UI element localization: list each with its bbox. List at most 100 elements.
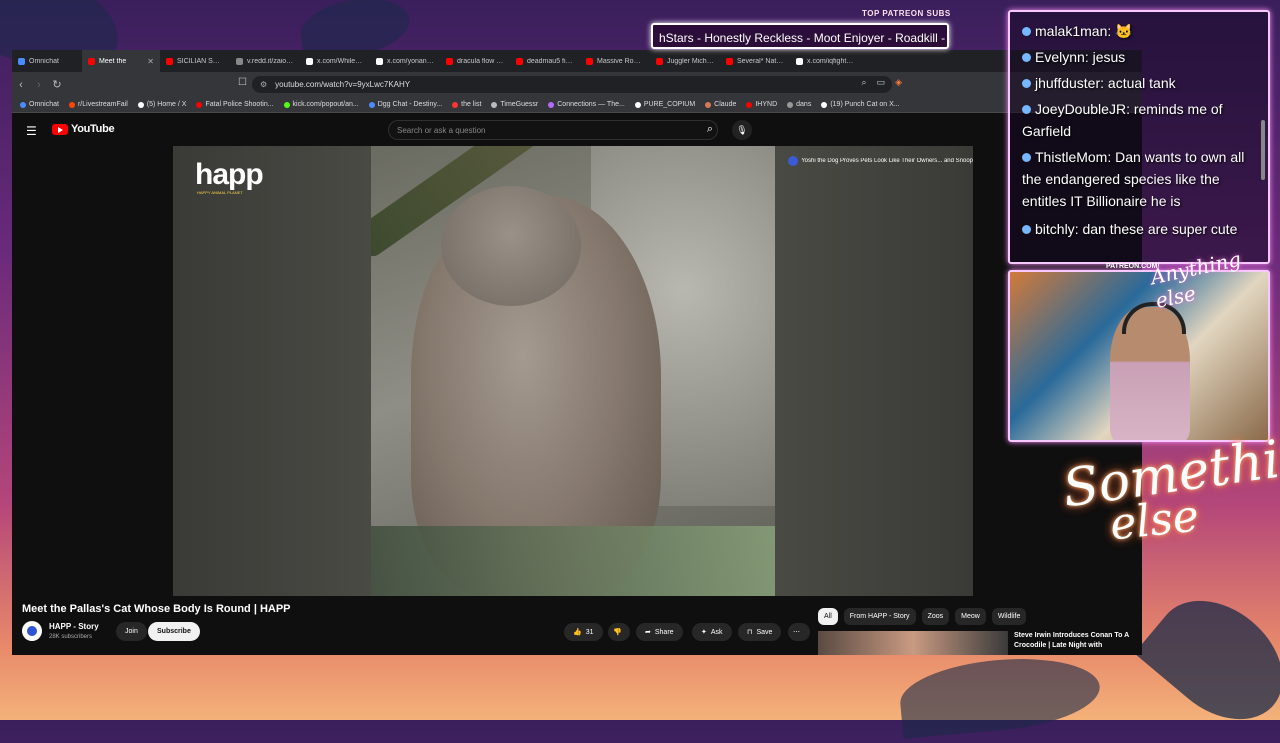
browser-tab[interactable]: Meet the ✕ — [82, 50, 160, 72]
bookmark-label: (19) Punch Cat on X... — [830, 101, 900, 108]
chat-username: malak1man — [1035, 23, 1108, 39]
bookmark-item[interactable]: Dgg Chat - Destiny... — [368, 101, 442, 108]
browser-tab[interactable]: v.redd.it/zaiowg — [230, 50, 300, 72]
site-info-icon[interactable]: ⚙ — [260, 80, 267, 89]
chat-username: Evelynn — [1035, 49, 1085, 65]
browser-tab[interactable]: Several* Nation — [720, 50, 790, 72]
zoom-icon[interactable]: ⌕ — [862, 77, 867, 88]
filter-chip[interactable]: Wildlife — [991, 608, 1027, 625]
chat-username: JoeyDoubleJR — [1035, 101, 1127, 117]
youtube-header: ☰ YouTube Search or ask a question ⌕ 🎙 — [12, 114, 1142, 146]
search-input[interactable]: Search or ask a question ⌕ — [388, 120, 718, 140]
bookmark-item[interactable]: Claude — [705, 101, 736, 108]
tab-label: deadmau5 finds — [527, 57, 574, 65]
tab-favicon-icon — [796, 57, 803, 65]
youtube-play-icon — [52, 123, 68, 135]
chat-badge-icon — [1022, 79, 1031, 88]
chat-badge-icon — [1022, 27, 1031, 36]
browser-tab[interactable]: Massive Rock Cr — [580, 50, 650, 72]
tab-favicon-icon — [376, 57, 383, 65]
tab-label: x.com/yonann/st — [387, 57, 434, 65]
bookmark-favicon-icon — [746, 101, 753, 108]
tab-favicon-icon — [726, 57, 733, 65]
bookmark-item[interactable]: PURE_COPIUM — [634, 101, 695, 108]
channel-name[interactable]: HAPP - Story — [49, 622, 99, 631]
bookmark-label: dans — [796, 101, 812, 108]
dislike-button[interactable]: 👎 — [608, 623, 630, 641]
endscreen-video-card[interactable]: Yoshi the Dog Proves Pets Look Like Thei… — [788, 156, 973, 166]
menu-icon[interactable]: ☰ — [26, 124, 37, 138]
bookmark-favicon-icon — [634, 101, 641, 108]
chat-message: jhuffduster: actual tank — [1022, 72, 1262, 94]
bookmark-item[interactable]: r/LivestreamFail — [68, 101, 128, 108]
forward-icon[interactable]: › — [30, 79, 48, 91]
subscribe-button[interactable]: Subscribe — [148, 622, 200, 641]
channel-avatar[interactable] — [22, 621, 42, 641]
browser-tab[interactable]: dracula flow 3 - — [440, 50, 510, 72]
chat-text: 🐱 — [1115, 23, 1133, 39]
browser-window: Omnichat Meet the ✕ SICILIAN SCENE v.redd.it… — [12, 50, 1142, 655]
tab-favicon-icon — [586, 57, 593, 65]
bookmark-item[interactable]: the list — [452, 101, 481, 108]
voice-search-icon[interactable]: 🎙 — [732, 120, 752, 140]
tab-label: Meet the — [99, 57, 127, 65]
youtube-logo[interactable]: YouTube — [52, 123, 115, 135]
save-label: Save — [756, 628, 773, 636]
extension-icon[interactable]: ◈ — [895, 77, 902, 88]
browser-tab[interactable]: SICILIAN SCENE — [160, 50, 230, 72]
save-button[interactable]: ⊓ Save — [738, 623, 782, 641]
bookmark-item[interactable]: TimeGuessr — [491, 101, 538, 108]
browser-tab[interactable]: x.com/Whiledvid — [300, 50, 370, 72]
back-icon[interactable]: ‹ — [12, 79, 30, 91]
recommended-video-thumbnail[interactable] — [818, 631, 1008, 655]
url-field[interactable]: ⚙ youtube.com/watch?v=9yxLwc7KAHY — [252, 76, 892, 93]
player-letterbox-right — [775, 146, 973, 596]
tab-favicon-icon — [166, 57, 173, 65]
tab-label: dracula flow 3 - — [457, 57, 504, 65]
browser-tab[interactable]: Omnichat — [12, 50, 82, 72]
browser-tab[interactable]: deadmau5 finds — [510, 50, 580, 72]
bookmark-favicon-icon — [68, 101, 75, 108]
browser-tab[interactable]: x.com/yonann/st — [370, 50, 440, 72]
recommendation-chips: All From HAPP - Story Zoos Meow Wildlife — [818, 608, 1027, 625]
filter-chip[interactable]: Meow — [955, 608, 986, 625]
chat-message: malak1man: 🐱 — [1022, 20, 1262, 42]
bookmark-item[interactable]: IHYND — [746, 101, 777, 108]
join-button[interactable]: Join — [116, 622, 147, 641]
search-icon[interactable]: ⌕ — [707, 123, 713, 136]
bookmark-item[interactable]: Connections — The... — [548, 101, 625, 108]
bookmark-favicon-icon — [821, 101, 828, 108]
filter-chip[interactable]: All — [818, 608, 838, 625]
more-actions-button[interactable]: ⋯ — [788, 623, 810, 641]
bookmark-item[interactable]: Fatal Police Shootin... — [196, 101, 274, 108]
chat-separator: : — [1126, 101, 1134, 117]
filter-chip[interactable]: From HAPP - Story — [843, 608, 916, 625]
tab-favicon-icon — [656, 57, 663, 65]
pallas-cat-head — [441, 186, 581, 306]
video-player[interactable]: happ HAPPY ANIMAL PLANET Yoshi the Dog P… — [173, 146, 973, 596]
recommended-video-title[interactable]: Steve Irwin Introduces Conan To A Crocod… — [1014, 631, 1129, 651]
browser-tab[interactable]: Juggler Michael — [650, 50, 720, 72]
chat-separator: : — [1107, 23, 1116, 39]
filter-chip[interactable]: Zoos — [921, 608, 950, 625]
bookmark-favicon-icon — [283, 101, 290, 108]
bookmark-item[interactable]: (5) Home / X — [137, 101, 186, 108]
chat-badge-icon — [1022, 105, 1031, 114]
endscreen-avatar — [788, 156, 799, 166]
bookmark-favicon-icon — [196, 101, 203, 108]
cast-icon[interactable]: ▭ — [877, 77, 886, 88]
bookmark-star-icon[interactable]: ☐ — [238, 77, 247, 88]
bookmark-item[interactable]: Omnichat — [20, 101, 59, 108]
reload-icon[interactable]: ↻ — [48, 78, 66, 91]
ask-button[interactable]: ✦ Ask — [692, 623, 732, 641]
chat-message: bitchly: dan these are super cute — [1022, 218, 1262, 240]
browser-tab[interactable]: x.com/iqfightree — [790, 50, 860, 72]
share-button[interactable]: ➦ Share — [636, 623, 683, 641]
like-button[interactable]: 👍 31 — [564, 623, 603, 641]
thumbs-up-icon: 👍 — [573, 629, 582, 636]
bookmark-item[interactable]: kick.com/popout/an... — [283, 101, 359, 108]
bookmark-item[interactable]: dans — [787, 101, 811, 108]
ask-label: Ask — [710, 628, 723, 636]
bookmark-item[interactable]: (19) Punch Cat on X... — [821, 101, 900, 108]
close-tab-icon[interactable]: ✕ — [147, 57, 154, 66]
